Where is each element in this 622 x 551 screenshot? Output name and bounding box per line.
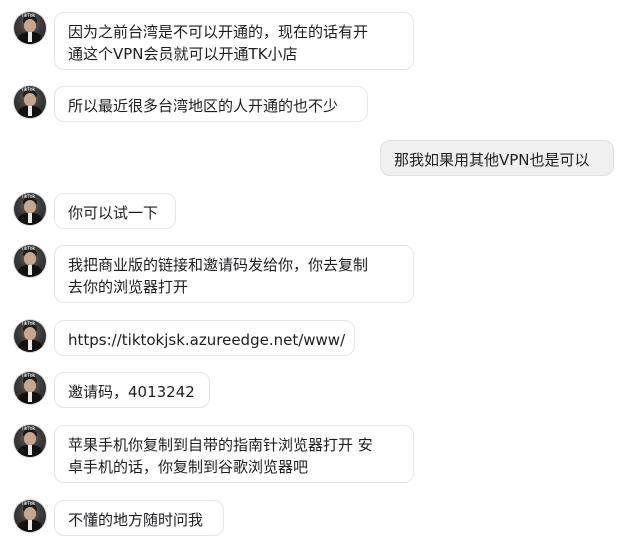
avatar-logo: ♪ TikTok — [17, 246, 36, 252]
avatar-logo: ♪ TikTok — [17, 194, 36, 200]
message-bubble[interactable]: 邀请码，4013242 — [54, 372, 210, 408]
avatar-logo: ♪ TikTok — [17, 373, 36, 379]
user-avatar-icon[interactable]: ♪ TikTok — [14, 372, 46, 404]
avatar-logo: ♪ TikTok — [17, 87, 36, 93]
user-avatar-icon[interactable]: ♪ TikTok — [14, 425, 46, 457]
avatar-logo: ♪ TikTok — [17, 501, 36, 507]
user-avatar-icon[interactable]: ♪ TikTok — [14, 12, 46, 44]
user-avatar-icon[interactable]: ♪ TikTok — [14, 193, 46, 225]
user-avatar-icon[interactable]: ♪ TikTok — [14, 500, 46, 532]
avatar-logo: ♪ TikTok — [17, 426, 36, 432]
message-bubble[interactable]: 苹果手机你复制到自带的指南针浏览器打开 安 卓手机的话，你复制到谷歌浏览器吧 — [54, 425, 414, 483]
message-bubble-sent[interactable]: 那我如果用其他VPN也是可以 — [380, 140, 614, 176]
message-bubble[interactable]: 因为之前台湾是不可以开通的，现在的话有开 通这个VPN会员就可以开通TK小店 — [54, 12, 414, 70]
user-avatar-icon[interactable]: ♪ TikTok — [14, 320, 46, 352]
user-avatar-icon[interactable]: ♪ TikTok — [14, 245, 46, 277]
avatar-logo: ♪ TikTok — [17, 13, 36, 19]
message-bubble[interactable]: 我把商业版的链接和邀请码发给你，你去复制 去你的浏览器打开 — [54, 245, 414, 303]
user-avatar-icon[interactable]: ♪ TikTok — [14, 86, 46, 118]
message-bubble[interactable]: 不懂的地方随时问我 — [54, 500, 224, 536]
avatar-logo: ♪ TikTok — [17, 321, 36, 327]
message-bubble[interactable]: 所以最近很多台湾地区的人开通的也不少 — [54, 86, 368, 122]
message-bubble[interactable]: 你可以试一下 — [54, 193, 176, 229]
message-link[interactable]: https://tiktokjsk.azureedge.net/www/ — [54, 320, 355, 356]
